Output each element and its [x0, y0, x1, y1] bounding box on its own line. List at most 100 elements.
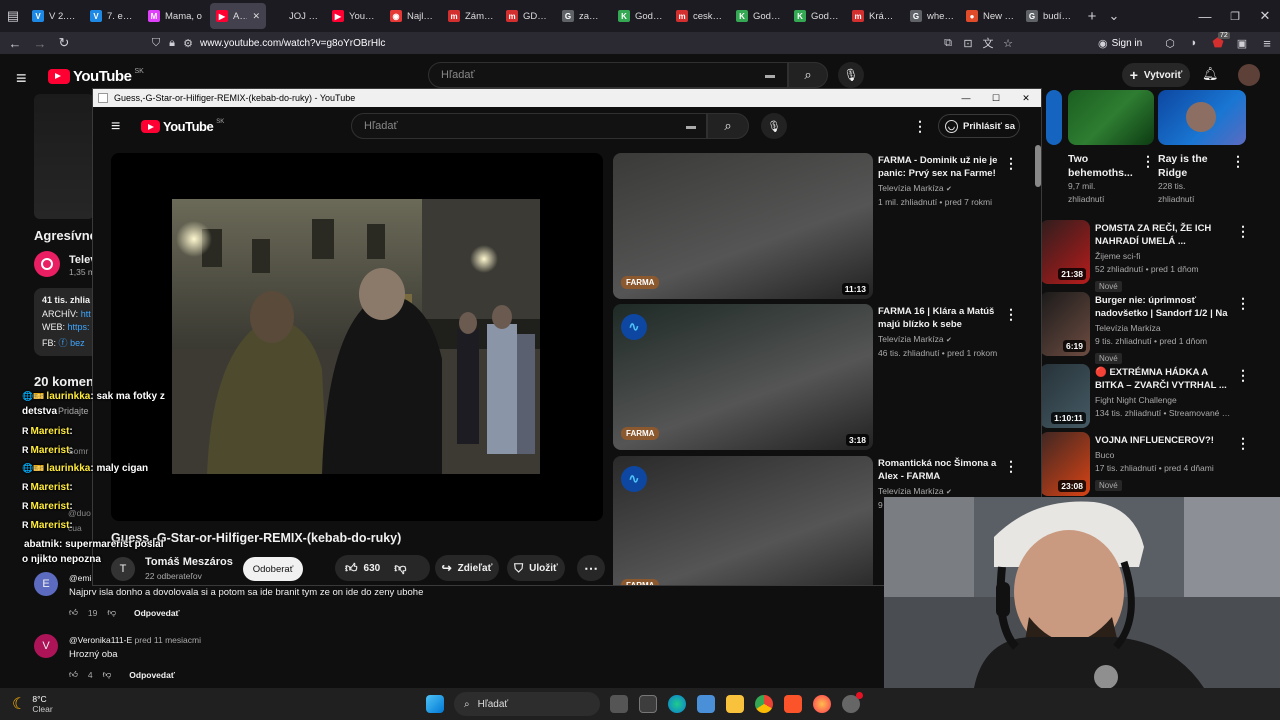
- rec-menu-icon[interactable]: ⋮: [1236, 368, 1250, 382]
- share-button[interactable]: ↪ Zdieľať: [435, 555, 499, 581]
- browser-tab[interactable]: m Krásne s: [846, 0, 904, 32]
- popup-scrollbar[interactable]: [1035, 145, 1041, 187]
- browser-tab[interactable]: ◉ Najlepší: [384, 0, 442, 32]
- rec-list-item[interactable]: VOJNA INFLUENCEROV?! Buco 17 tis. zhliadnu…: [1095, 434, 1233, 491]
- edge-icon[interactable]: [668, 695, 686, 713]
- rec-top-2-menu-icon[interactable]: ⋮: [1231, 154, 1245, 168]
- comment-reply-button[interactable]: Odpovedať: [129, 670, 175, 680]
- video-frame[interactable]: [172, 199, 540, 474]
- save-button[interactable]: ⛉ Uložiť: [507, 555, 565, 581]
- comment-author[interactable]: @emi: [69, 573, 91, 583]
- obs-icon[interactable]: [842, 692, 863, 713]
- search-button[interactable]: ⌕: [788, 62, 828, 88]
- weather-widget[interactable]: ☾ 8°C Clear: [12, 694, 132, 714]
- browser-tab[interactable]: ● New Tab: [960, 0, 1020, 32]
- extensions-icon[interactable]: ⬡: [1158, 37, 1182, 50]
- rec-list-item[interactable]: POMSTA ZA REČI, ŽE ICH NAHRADÍ UMELÁ ...…: [1095, 222, 1233, 292]
- firefox-icon[interactable]: [813, 695, 831, 713]
- minimize-icon[interactable]: —: [1190, 9, 1220, 24]
- taskbar-search[interactable]: ⌕ Hľadať: [454, 692, 600, 716]
- popup-maximize-icon[interactable]: ☐: [981, 93, 1011, 104]
- rec-menu-icon[interactable]: ⋮: [1236, 224, 1250, 238]
- comment-like-icon[interactable]: 👍︎: [69, 669, 78, 680]
- popup-rec-thumbnail[interactable]: ∿ FARMA: [613, 456, 873, 585]
- channel-avatar[interactable]: [34, 251, 60, 277]
- browser-tab[interactable]: K Godwin: [788, 0, 846, 32]
- user-avatar[interactable]: [1238, 64, 1260, 86]
- popup-search-input[interactable]: Hľadať ▬: [351, 113, 707, 139]
- rec-thumbnail[interactable]: 21:38: [1040, 220, 1090, 284]
- browser-tab[interactable]: m Zámena: [442, 0, 500, 32]
- tab-list-chevron-icon[interactable]: ⌄: [1104, 8, 1124, 24]
- popup-search-button[interactable]: ⌕: [707, 113, 749, 139]
- rec-list-item[interactable]: 🔴 EXTRÉMNA HÁDKA A BITKA – ZVARČI VYTRHA…: [1095, 366, 1233, 420]
- browser-tab[interactable]: JOJ play: [266, 0, 326, 32]
- main-video-partial[interactable]: [34, 94, 94, 219]
- comment-avatar[interactable]: V: [34, 634, 58, 658]
- tab-close-icon[interactable]: ✕: [252, 11, 260, 22]
- more-actions-button[interactable]: ⋯: [577, 555, 605, 581]
- screenshot-icon[interactable]: ⊡: [958, 37, 978, 50]
- shield-icon[interactable]: ⛉: [148, 37, 164, 50]
- ublock-icon[interactable]: ⬟ 72: [1206, 32, 1230, 51]
- rec-top-thumb-2[interactable]: [1158, 90, 1246, 145]
- brave-icon[interactable]: [784, 695, 802, 713]
- browser-tab[interactable]: Gwhere in: [904, 0, 960, 32]
- comment-author[interactable]: @Veronika111-E: [69, 635, 132, 645]
- comment-avatar[interactable]: E: [34, 572, 58, 596]
- popup-rec-thumbnail[interactable]: ∿ FARMA 3:18: [613, 304, 873, 450]
- rec-menu-icon[interactable]: ⋮: [1236, 436, 1250, 450]
- rec-thumbnail[interactable]: 23:08: [1040, 432, 1090, 496]
- keyboard-icon[interactable]: ▬: [765, 70, 775, 81]
- browser-tab[interactable]: ▶ YouTube: [326, 0, 384, 32]
- store-icon[interactable]: [639, 695, 657, 713]
- browser-tab[interactable]: K Godwin: [730, 0, 788, 32]
- popup-settings-menu-icon[interactable]: ⋮: [913, 119, 927, 133]
- notifications-bell-icon[interactable]: 🔔︎: [1202, 66, 1219, 82]
- comment-reply-button[interactable]: Odpovedať: [134, 608, 180, 618]
- browser-tab[interactable]: m ceska re: [670, 0, 730, 32]
- comment-dislike-icon[interactable]: 👎︎: [103, 669, 112, 680]
- browser-tab[interactable]: Gzamena: [556, 0, 612, 32]
- shield-ext-icon[interactable]: ◗: [1182, 37, 1206, 49]
- popup-close-icon[interactable]: ✕: [1011, 93, 1041, 104]
- popup-hamburger-icon[interactable]: ≡: [111, 118, 120, 136]
- back-icon[interactable]: ←: [0, 36, 30, 51]
- popup-minimize-icon[interactable]: —: [951, 93, 981, 103]
- menu-icon[interactable]: ≡: [1254, 36, 1280, 51]
- browser-tab[interactable]: M Mama, o: [142, 0, 210, 32]
- popup-rec-menu-icon[interactable]: ⋮: [1004, 156, 1018, 170]
- rec-top-thumb-1[interactable]: [1068, 90, 1154, 145]
- subscribe-button[interactable]: Odoberať: [243, 557, 303, 581]
- browser-tab[interactable]: Gbudík o: [1020, 0, 1080, 32]
- create-button[interactable]: + Vytvoriť: [1122, 63, 1190, 87]
- comment-dislike-icon[interactable]: 👎︎: [107, 607, 116, 618]
- browser-tab[interactable]: m GDW6 -: [500, 0, 556, 32]
- video-player[interactable]: [111, 153, 603, 521]
- popup-rec-menu-icon[interactable]: ⋮: [1004, 459, 1018, 473]
- dislike-button[interactable]: 👎︎: [394, 561, 406, 576]
- start-button[interactable]: [426, 695, 444, 713]
- browser-tab[interactable]: V V 2. epizó: [26, 0, 84, 32]
- picture-in-picture-icon[interactable]: ⧉: [938, 37, 958, 50]
- popup-voice-search-button[interactable]: 🎙︎: [761, 113, 787, 139]
- popup-rec-item[interactable]: FARMA 16 | Klára a Matúš majú blízko k s…: [878, 305, 1006, 360]
- translate-icon[interactable]: 文: [978, 35, 998, 51]
- bookmark-star-icon[interactable]: ☆: [998, 37, 1018, 50]
- browser-tab[interactable]: K Godwin: [612, 0, 670, 32]
- chrome-icon[interactable]: [755, 695, 773, 713]
- new-tab-button[interactable]: +: [1080, 8, 1104, 25]
- popup-rec-item[interactable]: FARMA - Dominik už nie je panic: Prvý se…: [878, 154, 1006, 209]
- url-field[interactable]: www.youtube.com/watch?v=g8oYrOBrHlc: [200, 38, 620, 49]
- popup-keyboard-icon[interactable]: ▬: [686, 121, 696, 132]
- search-input[interactable]: Hľadať ▬: [428, 62, 788, 88]
- rec-top-thumb-partial[interactable]: [1046, 90, 1062, 145]
- popup-rec-thumbnail[interactable]: FARMA 11:13: [613, 153, 873, 299]
- like-button[interactable]: 👍︎ 630: [345, 561, 380, 576]
- permissions-icon[interactable]: ⚙: [180, 37, 196, 50]
- comment-like-icon[interactable]: 👍︎: [69, 607, 78, 618]
- youtube-logo[interactable]: YouTube SK: [48, 68, 144, 85]
- hamburger-menu-icon[interactable]: ≡: [16, 68, 27, 89]
- popup-sign-in-button[interactable]: ◡ Prihlásiť sa: [938, 114, 1020, 138]
- restore-icon[interactable]: ❐: [1220, 10, 1250, 23]
